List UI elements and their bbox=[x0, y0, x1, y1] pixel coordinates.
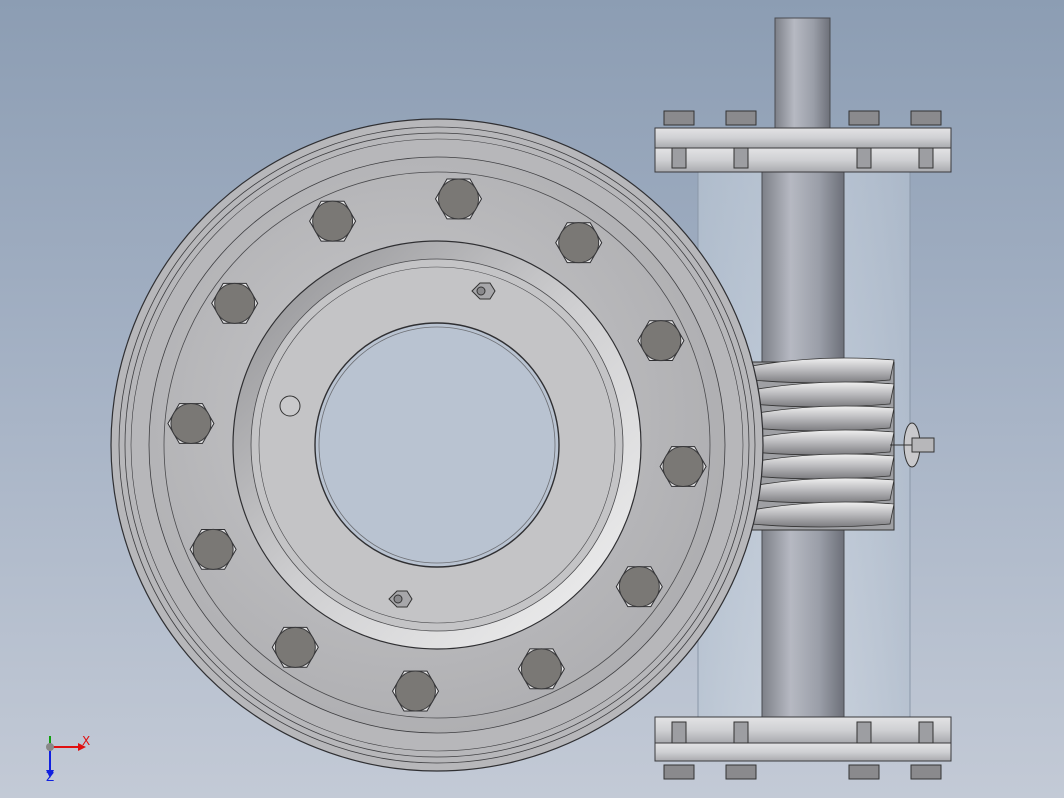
bottom-flange-nuts bbox=[663, 764, 942, 780]
hex-nut-icon bbox=[848, 110, 880, 126]
top-shaft-stub bbox=[774, 17, 831, 131]
hex-nut-icon bbox=[663, 764, 695, 780]
pin-hole bbox=[279, 395, 301, 417]
worm-gear-assembly-drawing bbox=[110, 17, 952, 780]
hex-nut-icon bbox=[910, 764, 942, 780]
hex-nut-icon bbox=[725, 110, 757, 126]
hex-nut-icon bbox=[663, 110, 695, 126]
orientation-triad[interactable]: X Z bbox=[40, 732, 100, 787]
hex-nut-icon bbox=[848, 764, 880, 780]
hex-nut-icon bbox=[725, 764, 757, 780]
worm-screw bbox=[749, 357, 895, 531]
cad-viewport[interactable]: X Z bbox=[0, 0, 1064, 798]
bottom-flange bbox=[654, 716, 952, 780]
triad-x-label: X bbox=[82, 734, 91, 748]
hex-nut-icon bbox=[910, 110, 942, 126]
worm-gear-wheel bbox=[110, 118, 764, 772]
center-bore bbox=[314, 322, 560, 568]
triad-z-label: Z bbox=[46, 770, 55, 784]
